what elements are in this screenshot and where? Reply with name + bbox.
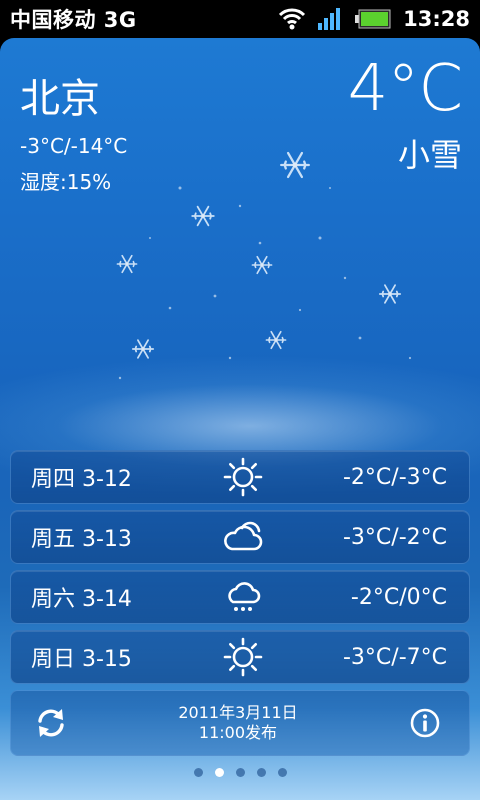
publish-time: 11:00发布 bbox=[198, 723, 278, 742]
page-dot-active[interactable] bbox=[214, 768, 224, 777]
forecast-temp: -2°C/-3°C bbox=[342, 464, 447, 490]
forecast-temp: -2°C/0°C bbox=[350, 584, 447, 610]
sunny-icon bbox=[221, 635, 265, 679]
forecast-day: 周四 3-12 bbox=[31, 467, 132, 492]
signal-icon bbox=[317, 7, 343, 31]
weather-condition: 小雪 bbox=[397, 136, 462, 174]
forecast-row[interactable]: 周五 3-13 -3°C/-2°C bbox=[10, 510, 470, 564]
current-temperature: 4°C bbox=[347, 52, 463, 126]
sunny-icon bbox=[221, 455, 265, 499]
publish-date: 2011年3月11日 bbox=[178, 703, 298, 722]
forecast-temp: -3°C/-2°C bbox=[342, 524, 447, 550]
clock: 13:28 bbox=[403, 7, 470, 31]
rain-icon bbox=[221, 575, 265, 619]
cloudy-icon bbox=[221, 515, 265, 559]
battery-icon bbox=[355, 8, 391, 30]
widget-footer: 2011年3月11日 11:00发布 bbox=[10, 690, 470, 756]
today-temp-range: -3°C/-14°C bbox=[20, 134, 128, 158]
page-dot[interactable] bbox=[235, 768, 245, 777]
refresh-icon[interactable] bbox=[33, 705, 69, 741]
city-name: 北京 bbox=[20, 76, 100, 122]
forecast-day: 周五 3-13 bbox=[31, 527, 132, 552]
publish-info: 2011年3月11日 11:00发布 bbox=[178, 703, 297, 743]
page-dot[interactable] bbox=[256, 768, 266, 777]
carrier-label: 中国移动 3G bbox=[10, 8, 137, 32]
page-indicator bbox=[0, 768, 480, 777]
page-dot[interactable] bbox=[193, 768, 203, 777]
humidity-label: 湿度:15% bbox=[20, 170, 112, 194]
forecast-row[interactable]: 周四 3-12 -2°C/-3°C bbox=[10, 450, 470, 504]
forecast-day: 周日 3-15 bbox=[31, 647, 132, 672]
page-dot[interactable] bbox=[277, 768, 287, 777]
wifi-icon bbox=[279, 8, 306, 30]
status-bar: 中国移动 3G 13:28 bbox=[0, 0, 480, 38]
info-icon[interactable] bbox=[407, 705, 443, 741]
forecast-day: 周六 3-14 bbox=[31, 587, 132, 612]
forecast-row[interactable]: 周日 3-15 -3°C/-7°C bbox=[10, 630, 470, 684]
forecast-temp: -3°C/-7°C bbox=[342, 644, 447, 670]
weather-widget[interactable]: 北京 -3°C/-14°C 湿度:15% 4°C 小雪 周四 3-12 -2°C… bbox=[0, 38, 480, 800]
forecast-row[interactable]: 周六 3-14 -2°C/0°C bbox=[10, 570, 470, 624]
